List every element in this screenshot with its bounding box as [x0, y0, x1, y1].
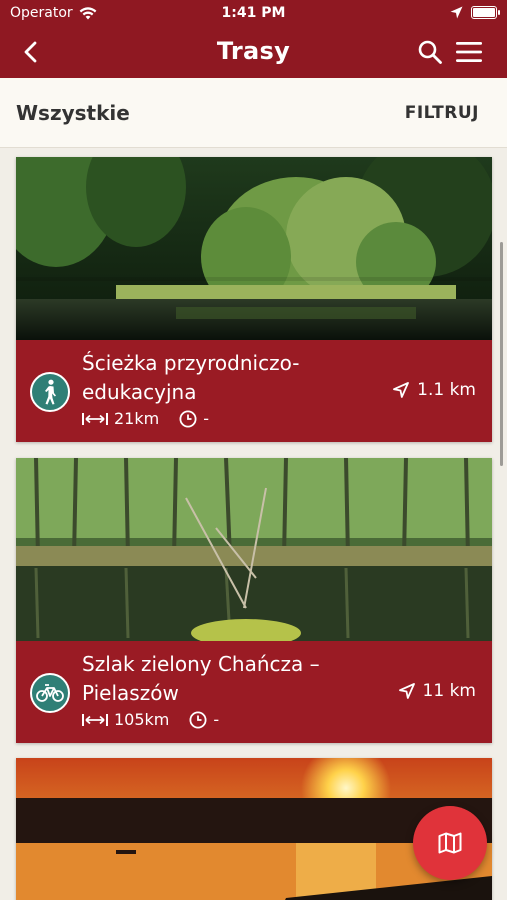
- route-photo: [16, 458, 492, 641]
- route-card[interactable]: Szlak zielony Chańcza – Pielaszów 11 km …: [16, 458, 492, 743]
- clock-icon: [189, 711, 207, 728]
- route-distance: 11 km: [398, 681, 476, 701]
- status-right: [450, 6, 500, 19]
- map-icon: [438, 832, 462, 854]
- navigation-arrow-icon: [398, 683, 415, 699]
- nav-bar: Trasy: [0, 28, 507, 78]
- route-meta: 105km -: [82, 710, 219, 729]
- map-button[interactable]: [413, 806, 487, 880]
- battery-icon: [471, 6, 500, 19]
- bicycle-icon: [30, 673, 70, 713]
- route-name: Ścieżka przyrodniczo-edukacyjna: [82, 351, 300, 404]
- clock-icon: [179, 410, 197, 427]
- status-bar: Operator 1:41 PM: [0, 0, 507, 28]
- navigation-arrow-icon: [393, 382, 410, 398]
- route-card[interactable]: Ścieżka przyrodniczo-edukacyjna 1.1 km 2…: [16, 157, 492, 442]
- clock: 1:41 PM: [221, 5, 286, 21]
- route-distance: 1.1 km: [393, 380, 476, 400]
- category-all-label[interactable]: Wszystkie: [16, 101, 130, 125]
- route-length: 105km: [114, 710, 170, 729]
- route-distance-value: 11 km: [422, 681, 476, 701]
- search-icon[interactable]: [417, 39, 443, 65]
- filter-bar: Wszystkie FILTRUJ: [0, 78, 507, 148]
- length-icon: [82, 412, 108, 425]
- route-photo: [16, 157, 492, 340]
- route-meta: 21km -: [82, 409, 209, 428]
- route-distance-value: 1.1 km: [417, 380, 476, 400]
- route-info: Ścieżka przyrodniczo-edukacyjna 1.1 km 2…: [16, 340, 492, 442]
- length-icon: [82, 713, 108, 726]
- route-list[interactable]: Ścieżka przyrodniczo-edukacyjna 1.1 km 2…: [0, 148, 507, 900]
- filter-button[interactable]: FILTRUJ: [405, 103, 479, 123]
- route-length: 21km: [114, 409, 160, 428]
- walking-icon: [30, 372, 70, 412]
- route-name: Szlak zielony Chańcza – Pielaszów: [82, 652, 320, 705]
- route-duration: -: [213, 710, 220, 729]
- location-arrow-icon: [450, 6, 463, 19]
- route-duration: -: [203, 409, 209, 428]
- route-info: Szlak zielony Chańcza – Pielaszów 11 km …: [16, 641, 492, 743]
- hamburger-menu-icon[interactable]: [455, 40, 483, 64]
- scroll-indicator[interactable]: [500, 242, 503, 466]
